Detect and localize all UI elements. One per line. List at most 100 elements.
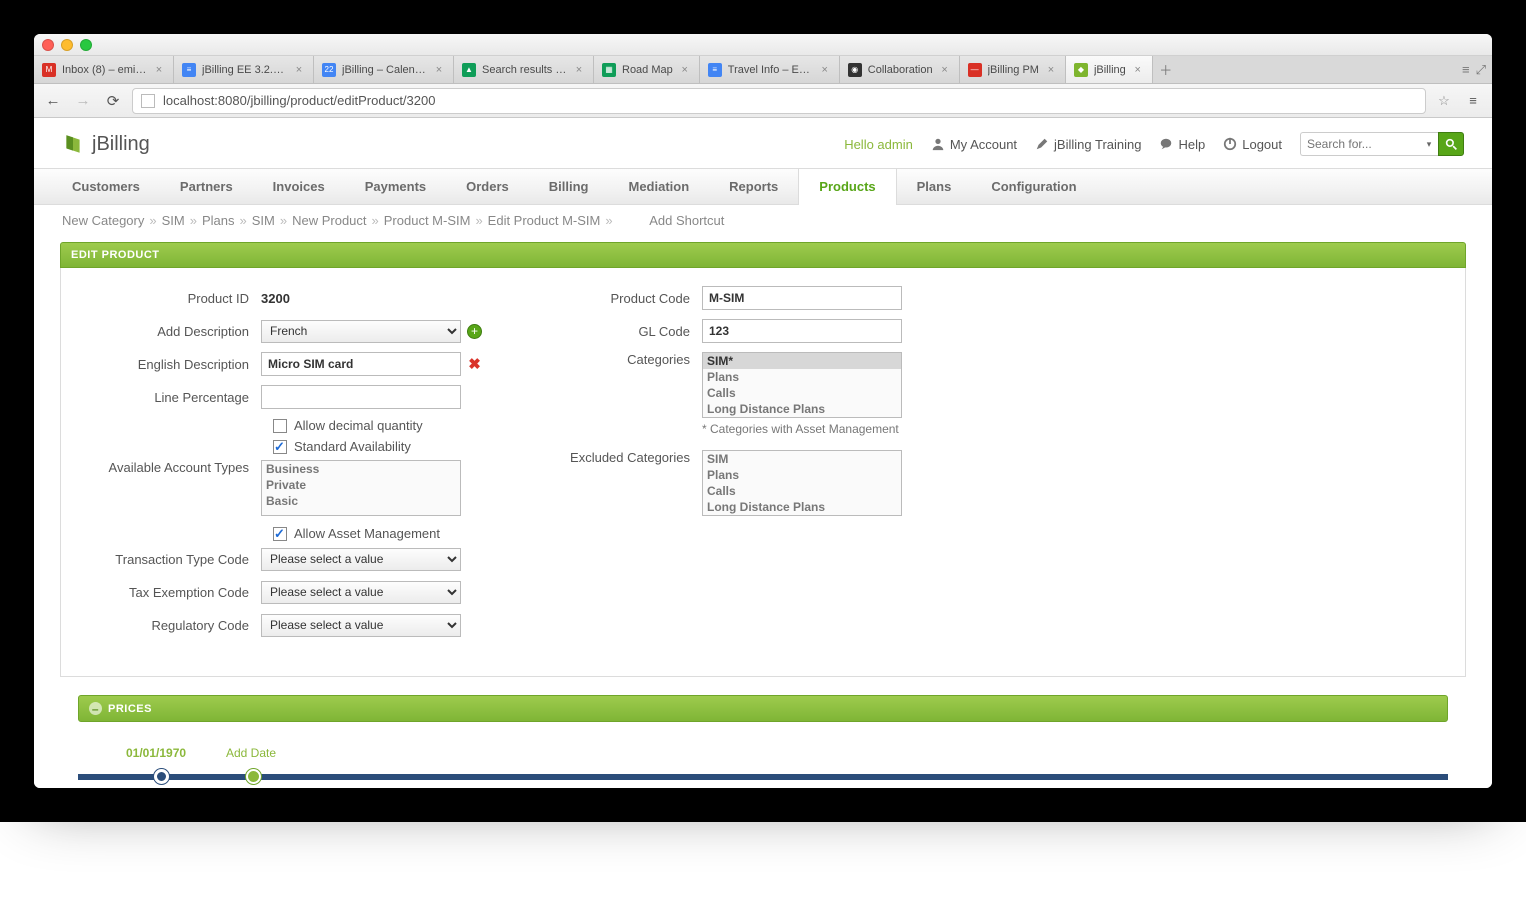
my-account-link[interactable]: My Account	[931, 137, 1017, 152]
breadcrumb-item[interactable]: Edit Product M-SIM	[488, 213, 601, 228]
browser-tab[interactable]: 22jBilling – Calend…×	[314, 56, 454, 83]
list-item[interactable]: Business	[262, 461, 460, 477]
allow-decimal-checkbox[interactable]	[273, 419, 287, 433]
tab-close-icon[interactable]: ×	[573, 64, 585, 76]
timeline-point-start[interactable]	[154, 769, 169, 784]
browser-tab[interactable]: —jBilling PM×	[960, 56, 1066, 83]
remove-description-button[interactable]: ✖	[467, 357, 482, 372]
search-button[interactable]	[1438, 132, 1464, 156]
prices-title: PRICES	[108, 703, 152, 715]
tab-label: Road Map	[622, 64, 673, 76]
browser-tab[interactable]: ▦Road Map×	[594, 56, 700, 83]
help-link[interactable]: Help	[1159, 137, 1205, 152]
gl-code-input[interactable]	[702, 319, 902, 343]
browser-tab[interactable]: ◆jBilling×	[1066, 56, 1153, 83]
tabstrip-menu-icon[interactable]: ≡	[1462, 62, 1470, 77]
search-scope-dropdown[interactable]: ▾	[1420, 132, 1438, 156]
window-expand-icon[interactable]: ⤢	[1476, 62, 1486, 78]
breadcrumb-item[interactable]: New Category	[62, 213, 144, 228]
nav-item-configuration[interactable]: Configuration	[971, 169, 1096, 204]
back-button[interactable]: ←	[42, 90, 64, 112]
browser-toolbar: ← → ⟳ localhost:8080/jbilling/product/ed…	[34, 84, 1492, 118]
nav-item-billing[interactable]: Billing	[529, 169, 609, 204]
breadcrumb-item[interactable]: Plans	[202, 213, 235, 228]
transaction-type-select[interactable]: Please select a value	[261, 548, 461, 571]
reload-button[interactable]: ⟳	[102, 90, 124, 112]
logout-link[interactable]: Logout	[1223, 137, 1282, 152]
account-types-listbox[interactable]: BusinessPrivateBasic	[261, 460, 461, 516]
breadcrumb-sep: »	[185, 213, 202, 228]
list-item[interactable]: SIM*	[703, 353, 901, 369]
list-item[interactable]: Plans	[703, 467, 901, 483]
tab-close-icon[interactable]: ×	[939, 64, 951, 76]
tab-close-icon[interactable]: ×	[819, 64, 831, 76]
breadcrumb-item[interactable]: SIM	[252, 213, 275, 228]
nav-item-mediation[interactable]: Mediation	[608, 169, 709, 204]
prices-header[interactable]: – PRICES	[78, 695, 1448, 722]
favicon-icon: ≡	[708, 63, 722, 77]
nav-item-products[interactable]: Products	[798, 169, 896, 205]
address-bar-text: localhost:8080/jbilling/product/editProd…	[163, 93, 435, 108]
standard-availability-checkbox[interactable]	[273, 440, 287, 454]
nav-item-plans[interactable]: Plans	[897, 169, 972, 204]
tab-close-icon[interactable]: ×	[679, 64, 691, 76]
global-search: ▾	[1300, 132, 1464, 156]
power-icon	[1223, 137, 1237, 151]
add-description-button[interactable]: +	[467, 324, 482, 339]
timeline-add-date-link[interactable]: Add Date	[226, 746, 276, 760]
tab-close-icon[interactable]: ×	[153, 64, 165, 76]
account-types-label: Available Account Types	[101, 460, 261, 475]
nav-item-payments[interactable]: Payments	[345, 169, 446, 204]
regulatory-code-select[interactable]: Please select a value	[261, 614, 461, 637]
categories-listbox[interactable]: SIM*PlansCallsLong Distance Plans	[702, 352, 902, 418]
browser-tab[interactable]: MInbox (8) – emil…×	[34, 56, 174, 83]
tab-close-icon[interactable]: ×	[1132, 64, 1144, 76]
browser-tab[interactable]: ◉Collaboration×	[840, 56, 960, 83]
nav-item-invoices[interactable]: Invoices	[253, 169, 345, 204]
breadcrumb-item[interactable]: SIM	[162, 213, 185, 228]
nav-item-partners[interactable]: Partners	[160, 169, 253, 204]
brand-logo[interactable]: jBilling	[62, 133, 150, 156]
line-percentage-input[interactable]	[261, 385, 461, 409]
breadcrumb-item[interactable]: New Product	[292, 213, 366, 228]
breadcrumb-item[interactable]: Product M-SIM	[384, 213, 471, 228]
window-minimize-button[interactable]	[61, 39, 73, 51]
list-item[interactable]: SIM	[703, 451, 901, 467]
nav-item-customers[interactable]: Customers	[52, 169, 160, 204]
window-close-button[interactable]	[42, 39, 54, 51]
list-item[interactable]: Long Distance Plans	[703, 401, 901, 417]
forward-button[interactable]: →	[72, 90, 94, 112]
nav-item-orders[interactable]: Orders	[446, 169, 529, 204]
list-item[interactable]: Calls	[703, 483, 901, 499]
favicon-icon: ▲	[462, 63, 476, 77]
tab-close-icon[interactable]: ×	[293, 64, 305, 76]
tab-close-icon[interactable]: ×	[433, 64, 445, 76]
timeline-point-add[interactable]	[246, 769, 261, 784]
browser-menu-icon[interactable]: ≡	[1462, 90, 1484, 112]
list-item[interactable]: Basic	[262, 493, 460, 509]
product-id-label: Product ID	[101, 291, 261, 306]
training-link[interactable]: jBilling Training	[1035, 137, 1141, 152]
tax-exemption-select[interactable]: Please select a value	[261, 581, 461, 604]
list-item[interactable]: Private	[262, 477, 460, 493]
allow-asset-checkbox[interactable]	[273, 527, 287, 541]
add-shortcut-link[interactable]: Add Shortcut	[649, 213, 724, 228]
english-description-input[interactable]	[261, 352, 461, 376]
browser-tab[interactable]: ▲Search results – …×	[454, 56, 594, 83]
browser-tab[interactable]: ≡jBilling EE 3.2.1 …×	[174, 56, 314, 83]
add-description-select[interactable]: French	[261, 320, 461, 343]
product-code-input[interactable]	[702, 286, 902, 310]
list-item[interactable]: Calls	[703, 385, 901, 401]
excluded-categories-listbox[interactable]: SIMPlansCallsLong Distance Plans	[702, 450, 902, 516]
list-item[interactable]: Long Distance Plans	[703, 499, 901, 515]
browser-tab[interactable]: ≡Travel Info – Em…×	[700, 56, 840, 83]
list-item[interactable]: Plans	[703, 369, 901, 385]
tab-close-icon[interactable]: ×	[1045, 64, 1057, 76]
search-input[interactable]	[1300, 132, 1420, 156]
timeline-start-date[interactable]: 01/01/1970	[126, 746, 186, 760]
new-tab-button[interactable]: ＋	[1153, 56, 1179, 83]
bookmark-star-icon[interactable]: ☆	[1434, 93, 1454, 109]
nav-item-reports[interactable]: Reports	[709, 169, 798, 204]
window-zoom-button[interactable]	[80, 39, 92, 51]
address-bar[interactable]: localhost:8080/jbilling/product/editProd…	[132, 88, 1426, 114]
